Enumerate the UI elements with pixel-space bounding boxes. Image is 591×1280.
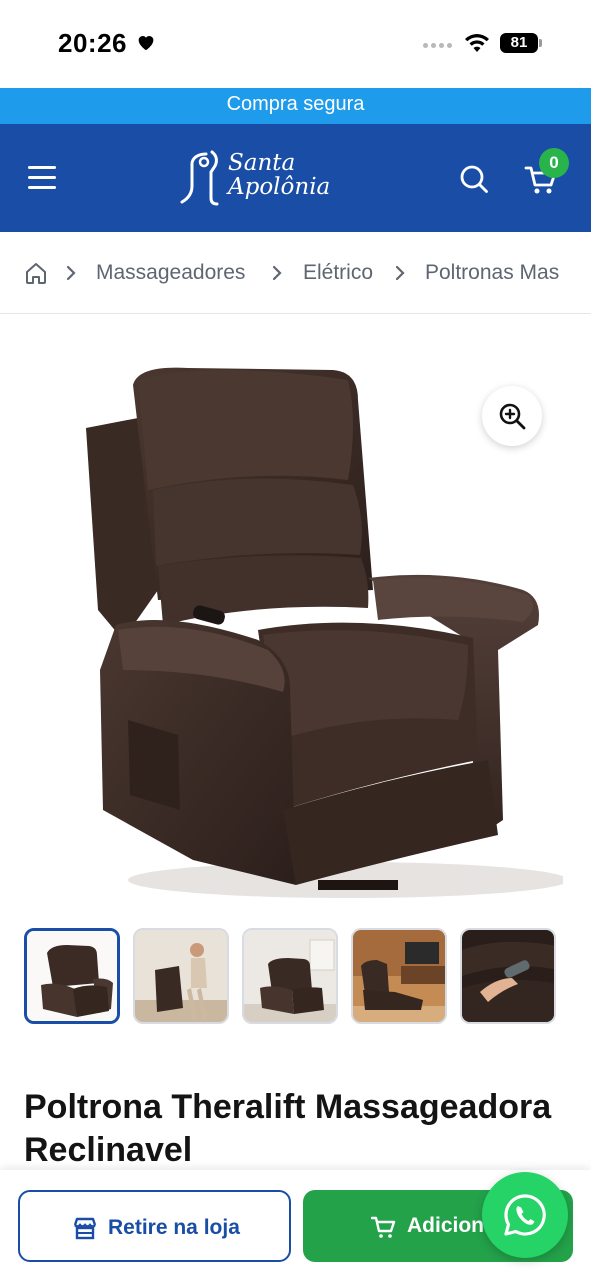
heart-icon — [138, 36, 154, 51]
thumbnail-hand-holding-remote[interactable] — [460, 928, 556, 1024]
chevron-right-icon — [272, 265, 282, 281]
thumb-image — [244, 930, 336, 1022]
thumb-image — [353, 930, 445, 1022]
product-title: Poltrona Theralift Massageadora Reclinav… — [24, 1088, 552, 1169]
thumb-image — [462, 930, 554, 1022]
thumb-image — [27, 931, 117, 1021]
chevron-right-icon — [395, 265, 405, 281]
breadcrumb-item-poltronas[interactable]: Poltronas Mas — [425, 261, 559, 285]
thumbnail-recliner-in-living-room[interactable] — [242, 928, 338, 1024]
announcement-bar: Compra segura — [0, 88, 591, 124]
logo-text-line2: Apolônia — [228, 174, 331, 200]
zoom-in-icon — [499, 403, 526, 430]
store-icon — [73, 1217, 97, 1240]
home-icon[interactable] — [24, 261, 48, 285]
store-pickup-button[interactable]: Retire na loja — [18, 1190, 291, 1262]
chevron-right-icon — [66, 265, 76, 281]
breadcrumb: Massageadores Elétrico Poltronas Mas — [0, 232, 591, 314]
zoom-in-button[interactable] — [482, 386, 542, 446]
whatsapp-icon — [504, 1194, 546, 1236]
store-pickup-label: Retire na loja — [108, 1216, 240, 1239]
store-logo[interactable]: Santa Apolônia — [176, 146, 346, 210]
breadcrumb-item-eletrico[interactable]: Elétrico — [303, 261, 373, 285]
thumbnail-recliner-front-view[interactable] — [24, 928, 120, 1024]
logo-figure-icon — [180, 150, 219, 206]
site-header: Santa Apolônia — [0, 124, 591, 232]
cart-count-badge[interactable]: 0 — [539, 148, 569, 178]
thumbnail-recliner-reclined-in-living-room[interactable] — [351, 928, 447, 1024]
cellular-dots-icon — [423, 43, 455, 49]
status-bar: 20:26 81 — [0, 0, 591, 88]
menu-icon[interactable] — [28, 166, 56, 190]
wifi-icon — [465, 34, 489, 52]
cart-icon — [371, 1216, 396, 1238]
breadcrumb-item-massageadores[interactable]: Massageadores — [96, 261, 245, 285]
search-icon[interactable] — [459, 164, 489, 194]
thumbnail-woman-using-lift-recliner[interactable] — [133, 928, 229, 1024]
thumbnail-strip — [24, 928, 591, 1024]
status-time: 20:26 — [58, 28, 127, 58]
logo-text-line1: Santa — [228, 150, 296, 176]
battery-icon: 81 — [500, 33, 538, 53]
thumb-image — [135, 930, 227, 1022]
whatsapp-button[interactable] — [482, 1172, 568, 1258]
battery-tip — [539, 39, 542, 47]
